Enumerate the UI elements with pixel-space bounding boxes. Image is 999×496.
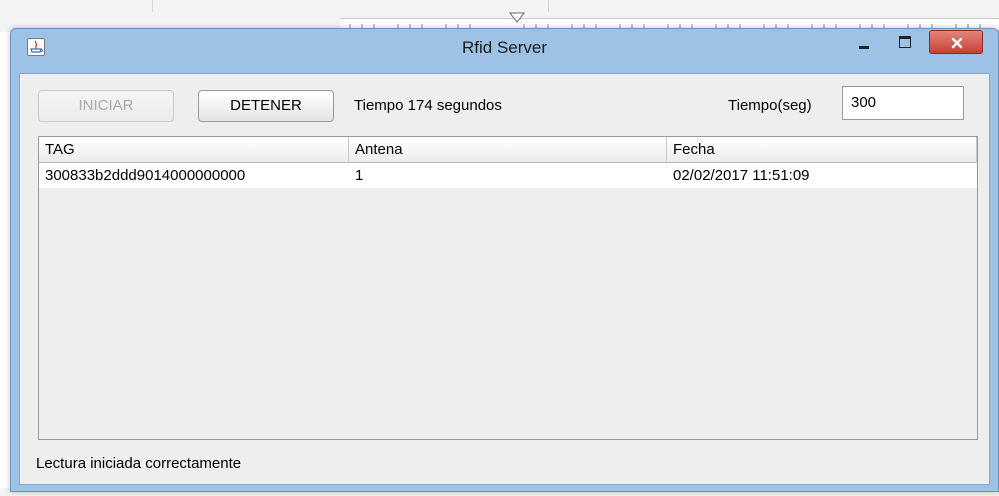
background-divider bbox=[548, 0, 549, 12]
table-body: 300833b2ddd9014000000000 1 02/02/2017 11… bbox=[39, 163, 977, 188]
status-message: Lectura iniciada correctamente bbox=[36, 455, 242, 472]
table-row[interactable]: 300833b2ddd9014000000000 1 02/02/2017 11… bbox=[39, 163, 977, 188]
column-header-date[interactable]: Fecha bbox=[667, 137, 977, 163]
window-titlebar[interactable]: Rfid Server bbox=[11, 29, 998, 73]
rfid-server-window: Rfid Server INICIAR DETENER Tiempo 174 s… bbox=[10, 28, 999, 492]
elapsed-time-label: Tiempo 174 segundos bbox=[354, 97, 502, 114]
start-button[interactable]: INICIAR bbox=[38, 90, 174, 122]
tag-reads-table: TAG Antena Fecha 300833b2ddd901400000000… bbox=[38, 136, 978, 440]
close-icon bbox=[951, 37, 963, 49]
time-seconds-input[interactable]: 300 bbox=[842, 86, 964, 120]
column-header-tag[interactable]: TAG bbox=[39, 137, 349, 163]
close-button[interactable] bbox=[929, 30, 983, 54]
time-seconds-label: Tiempo(seg) bbox=[728, 97, 812, 114]
cell-date: 02/02/2017 11:51:09 bbox=[673, 167, 810, 184]
cell-tag: 300833b2ddd9014000000000 bbox=[45, 167, 246, 184]
cell-antenna: 1 bbox=[355, 167, 364, 184]
maximize-button[interactable] bbox=[891, 32, 917, 56]
background-divider bbox=[152, 0, 153, 12]
ruler-indent-marker-icon bbox=[508, 12, 526, 23]
table-header: TAG Antena Fecha bbox=[39, 137, 977, 163]
window-title: Rfid Server bbox=[461, 38, 548, 57]
stop-button[interactable]: DETENER bbox=[198, 90, 334, 122]
minimize-button[interactable] bbox=[851, 32, 877, 56]
column-header-antenna[interactable]: Antena bbox=[349, 137, 667, 163]
client-area: INICIAR DETENER Tiempo 174 segundos Tiem… bbox=[19, 73, 990, 485]
